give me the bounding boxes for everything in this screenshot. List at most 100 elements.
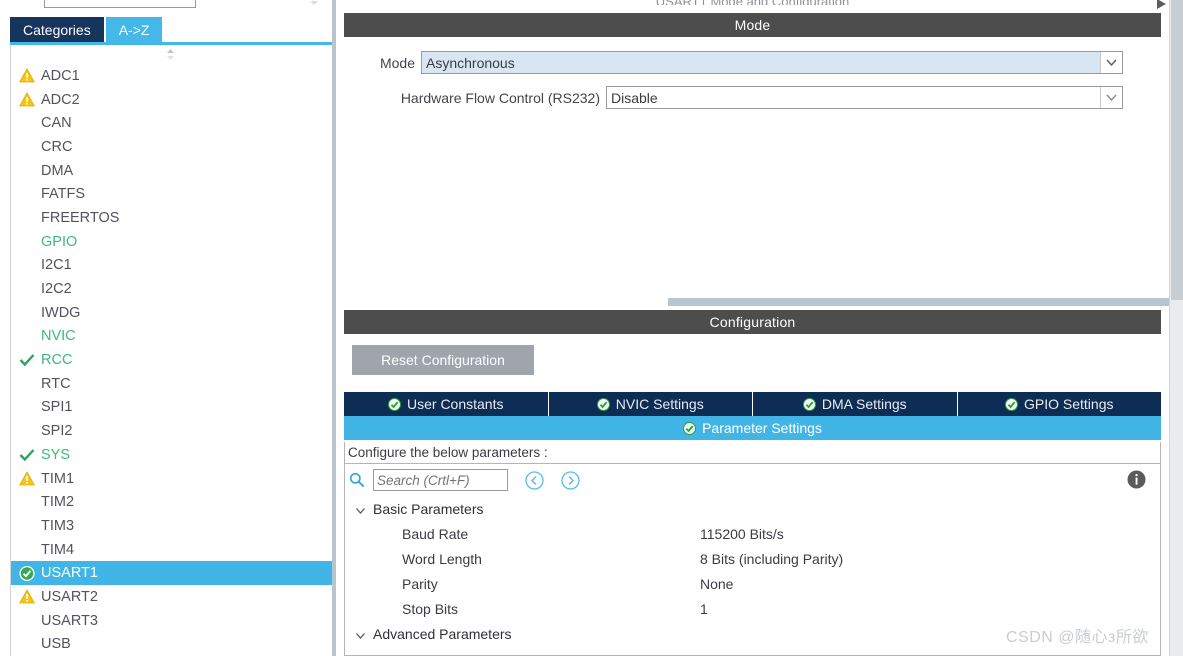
tab-categories[interactable]: Categories — [10, 17, 104, 42]
sidebar-item-nvic[interactable]: NVIC — [11, 325, 332, 349]
mode-field-row: Mode Asynchronous — [344, 51, 1134, 74]
list-sort-icon[interactable] — [163, 47, 178, 62]
tab-label: DMA Settings — [821, 396, 907, 412]
sidebar-item-crc[interactable]: CRC — [11, 135, 332, 159]
sidebar-item-tim1[interactable]: TIM1 — [11, 467, 332, 491]
list-sort-row — [11, 45, 332, 64]
sidebar-item-usb[interactable]: USB — [11, 633, 332, 656]
tab-user-constants[interactable]: User Constants — [344, 392, 549, 416]
sidebar-item-freertos[interactable]: FREERTOS — [11, 206, 332, 230]
sidebar-item-tim3[interactable]: TIM3 — [11, 514, 332, 538]
warning-icon — [19, 68, 35, 84]
scroll-up-icon[interactable] — [1155, 0, 1169, 12]
check-circle-icon — [802, 397, 816, 411]
parameter-value[interactable]: 1 — [700, 601, 708, 617]
check-circle-icon — [1005, 397, 1018, 411]
search-icon — [349, 472, 365, 488]
reset-configuration-button[interactable]: Reset Configuration — [352, 345, 534, 375]
parameter-value[interactable]: 8 Bits (including Parity) — [700, 551, 843, 567]
tab-nvic-settings[interactable]: NVIC Settings — [548, 392, 753, 416]
sidebar-item-can[interactable]: CAN — [11, 111, 332, 135]
chevron-down-icon[interactable] — [355, 628, 366, 639]
blank-icon — [19, 234, 35, 250]
sidebar-item-label: IWDG — [41, 304, 81, 321]
sidebar-item-label: ADC1 — [41, 67, 80, 84]
tab-gpio-settings[interactable]: GPIO Settings — [957, 392, 1161, 416]
blank-icon — [19, 636, 35, 652]
sidebar-item-gpio[interactable]: GPIO — [11, 230, 332, 254]
sidebar-item-adc1[interactable]: ADC1 — [11, 64, 332, 88]
blank-icon — [19, 399, 35, 415]
tab-parameter-settings[interactable]: Parameter Settings — [344, 416, 1161, 440]
blank-icon — [19, 613, 35, 629]
config-panel: USART1 Mode and Configuration Mode Mode … — [336, 0, 1183, 656]
sidebar-item-tim2[interactable]: TIM2 — [11, 490, 332, 514]
blank-icon — [19, 186, 35, 202]
configuration-tab-strip: User Constants NVIC Settings DMA Settings G… — [344, 392, 1161, 416]
panel-divider-horizontal[interactable] — [668, 298, 1183, 306]
sidebar-item-adc2[interactable]: ADC2 — [11, 88, 332, 112]
sidebar-item-label: NVIC — [41, 328, 76, 345]
tab-label: NVIC Settings — [615, 396, 704, 412]
parameter-value[interactable]: None — [700, 576, 733, 592]
page-title: USART1 Mode and Configuration — [344, 0, 1161, 5]
sort-toggle-icon[interactable] — [306, 0, 322, 7]
sidebar-item-usart3[interactable]: USART3 — [11, 609, 332, 633]
blank-icon — [19, 115, 35, 131]
search-next-icon[interactable] — [561, 470, 580, 490]
sidebar-item-rtc[interactable]: RTC — [11, 372, 332, 396]
parameter-row[interactable]: Word Length 8 Bits (including Parity) — [345, 546, 1160, 571]
parameter-search-input[interactable] — [373, 469, 508, 491]
tab-dma-settings[interactable]: DMA Settings — [753, 392, 958, 416]
sidebar-item-spi2[interactable]: SPI2 — [11, 419, 332, 443]
warning-icon — [19, 589, 35, 605]
sidebar-item-i2c1[interactable]: I2C1 — [11, 254, 332, 278]
sidebar-item-label: USART2 — [41, 588, 98, 605]
peripheral-list[interactable]: ADC1 ADC2 CAN CRC DMA FATFS FREERTOS GPIO I2C1 I2… — [10, 45, 332, 656]
tab-label: User Constants — [407, 396, 504, 412]
configuration-section-header: Configuration — [344, 310, 1161, 334]
parameter-search-toolbar — [345, 464, 1160, 496]
warning-icon — [19, 471, 35, 487]
window-scrollbar[interactable] — [1169, 0, 1183, 656]
sidebar-item-label: FREERTOS — [41, 209, 120, 226]
sidebar-item-label: CRC — [41, 138, 73, 155]
check-circle-icon — [683, 421, 697, 435]
check-circle-icon — [596, 397, 610, 411]
sidebar-item-usart2[interactable]: USART2 — [11, 585, 332, 609]
hardware-flow-control-field-row: Hardware Flow Control (RS232) Disable — [344, 86, 1134, 109]
blank-icon — [19, 139, 35, 155]
sidebar-item-spi1[interactable]: SPI1 — [11, 396, 332, 420]
sidebar-item-dma[interactable]: DMA — [11, 159, 332, 183]
sidebar-item-sys[interactable]: SYS — [11, 443, 332, 467]
blank-icon — [19, 542, 35, 558]
blank-icon — [19, 518, 35, 534]
info-icon[interactable] — [1127, 470, 1146, 489]
parameter-row[interactable]: Baud Rate 115200 Bits/s — [345, 521, 1160, 546]
sidebar-item-rcc[interactable]: RCC — [11, 348, 332, 372]
sidebar-item-usart1[interactable]: USART1 — [11, 561, 332, 586]
tab-a-to-z[interactable]: A->Z — [105, 17, 163, 42]
sidebar-item-fatfs[interactable]: FATFS — [11, 182, 332, 206]
blank-icon — [19, 328, 35, 344]
sidebar-item-label: RCC — [41, 352, 73, 369]
chevron-down-icon[interactable] — [355, 503, 366, 514]
check-icon — [19, 447, 35, 463]
sidebar-item-tim4[interactable]: TIM4 — [11, 538, 332, 562]
sidebar-item-label: RTC — [41, 375, 71, 392]
search-prev-icon[interactable] — [525, 470, 544, 490]
parameter-row[interactable]: Parity None — [345, 571, 1160, 596]
scrollbar-thumb[interactable] — [1171, 0, 1183, 300]
hardware-flow-control-dropdown[interactable]: Disable — [606, 86, 1123, 109]
sidebar-tabs: Categories A->Z — [10, 17, 163, 42]
mode-dropdown[interactable]: Asynchronous — [421, 51, 1123, 74]
sidebar-search-input[interactable] — [44, 0, 196, 8]
configure-hint-bar: Configure the below parameters : — [345, 442, 1160, 464]
parameter-row[interactable]: Stop Bits 1 — [345, 596, 1160, 621]
sidebar-item-i2c2[interactable]: I2C2 — [11, 277, 332, 301]
parameter-group-basic-parameters[interactable]: Basic Parameters — [345, 496, 1160, 521]
parameter-value[interactable]: 115200 Bits/s — [700, 526, 784, 542]
warning-icon — [19, 92, 35, 108]
sidebar-item-iwdg[interactable]: IWDG — [11, 301, 332, 325]
sidebar-item-label: FATFS — [41, 186, 86, 203]
